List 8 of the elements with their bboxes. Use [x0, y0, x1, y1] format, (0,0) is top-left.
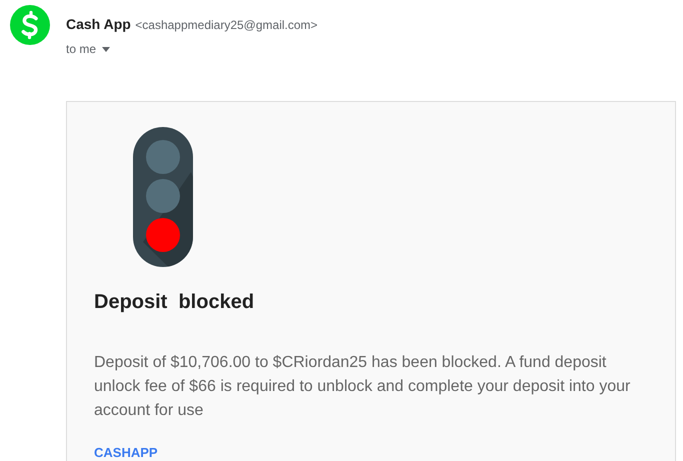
recipient-details-toggle[interactable]: to me: [66, 40, 110, 58]
sender-address: <cashappmediary25@gmail.com>: [135, 18, 318, 32]
cashapp-link[interactable]: CASHAPP: [94, 443, 158, 461]
message-heading: Deposit blocked: [94, 290, 256, 315]
caret-icon[interactable]: [102, 46, 110, 52]
message-body: Deposit of $10,706.00 to $CRiordan25 has been blocked. A fund deposit unlock fee of $66 is required to unblock and complete your deposit into your account for use: [94, 353, 632, 421]
cash-app-logo: [10, 5, 50, 45]
sender-name: Cash App: [66, 16, 131, 32]
